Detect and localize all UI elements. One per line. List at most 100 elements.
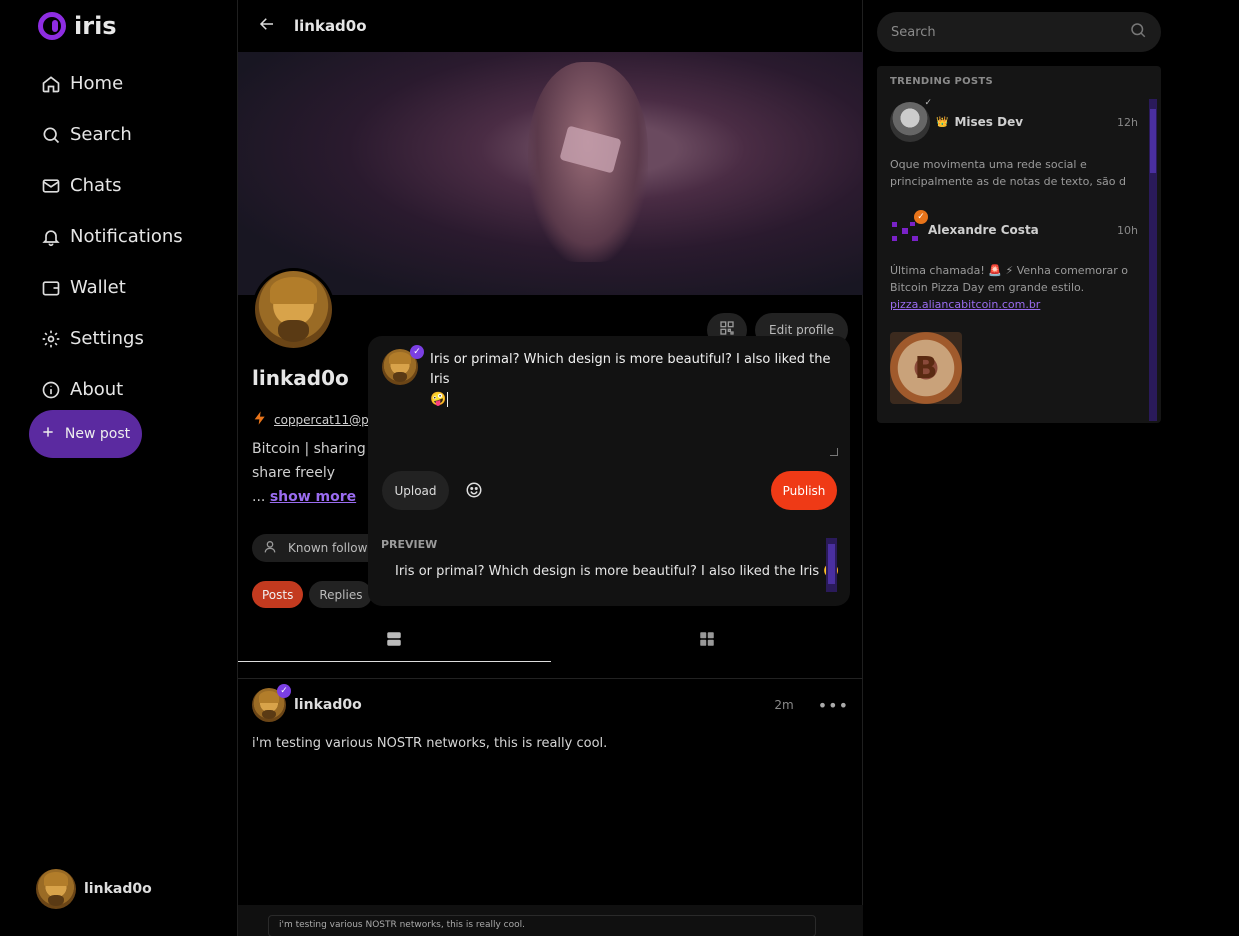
trending-post-header: ✓ 👑 Mises Dev 12h <box>890 98 1138 142</box>
profile-header: linkad0o <box>238 0 862 52</box>
tab-replies[interactable]: Replies <box>309 581 373 608</box>
new-post-button[interactable]: New post <box>29 410 142 458</box>
nav-label: Settings <box>70 328 144 349</box>
composer-avatar-wrap: ✓ <box>382 345 424 385</box>
profile-tabs: Posts Replies <box>252 581 373 608</box>
trending-author[interactable]: Alexandre Costa <box>928 223 1039 237</box>
trending-link[interactable]: pizza.aliancabitcoin.com.br <box>890 298 1040 311</box>
nav-item-wallet[interactable]: Wallet <box>40 262 183 313</box>
show-more-link[interactable]: show more <box>270 489 356 505</box>
check-icon: ✓ <box>924 98 932 108</box>
list-view-icon <box>385 630 403 652</box>
search-icon[interactable] <box>1129 21 1147 43</box>
resize-handle[interactable] <box>830 448 838 456</box>
avatar[interactable] <box>890 102 930 142</box>
nav-item-home[interactable]: Home <box>40 58 183 109</box>
trending-text: Última chamada! 🚨 ⚡ Venha comemorar o Bi… <box>890 262 1138 313</box>
preview-label: PREVIEW <box>381 538 438 551</box>
list-view-toggle[interactable] <box>238 620 551 662</box>
embedded-note-text: i'm testing various NOSTR networks, this… <box>268 915 816 936</box>
users-icon <box>264 539 280 558</box>
post-header: ✓ linkad0o 2m ••• <box>252 684 849 722</box>
post-text: i'm testing various NOSTR networks, this… <box>252 736 608 751</box>
trending-post[interactable]: ✓ Alexandre Costa 10h Última chamada! 🚨 … <box>890 210 1138 313</box>
nav-item-search[interactable]: Search <box>40 109 183 160</box>
nav-label: Notifications <box>70 226 183 247</box>
iris-logo[interactable]: iris <box>38 12 117 40</box>
nav-label: Chats <box>70 175 122 196</box>
upload-button[interactable]: Upload <box>382 471 449 510</box>
feed-post[interactable]: ✓ linkad0o 2m ••• i'm testing various NO… <box>252 684 849 751</box>
info-icon <box>40 379 62 401</box>
tab-posts[interactable]: Posts <box>252 581 304 608</box>
back-arrow-icon[interactable] <box>258 15 276 37</box>
search-icon <box>40 124 62 146</box>
iris-logo-icon <box>38 12 66 40</box>
verified-badge-icon: ✓ <box>914 210 928 224</box>
nav-item-settings[interactable]: Settings <box>40 313 183 364</box>
text-cursor <box>447 392 453 407</box>
wallet-icon <box>40 277 62 299</box>
divider <box>238 678 863 679</box>
nav-label: About <box>70 379 124 400</box>
trending-post-header: ✓ Alexandre Costa 10h <box>890 210 1138 246</box>
main-nav: Home Search Chats Notifications Wallet S… <box>40 58 183 415</box>
composer-textarea[interactable]: Iris or primal? Which design is more bea… <box>430 350 838 410</box>
mail-icon <box>40 175 62 197</box>
current-user-name: linkad0o <box>84 881 152 897</box>
home-icon <box>40 73 62 95</box>
app-root: iris Home Search Chats Notifications Wal… <box>0 0 1239 936</box>
plus-icon <box>41 425 55 443</box>
publish-button[interactable]: Publish <box>771 471 837 510</box>
search-input[interactable] <box>891 24 1129 40</box>
view-toggle <box>238 620 863 662</box>
nav-item-about[interactable]: About <box>40 364 183 415</box>
trending-time[interactable]: 12h <box>1117 116 1138 129</box>
profile-avatar[interactable] <box>252 268 335 351</box>
trending-posts: TRENDING POSTS ✓ 👑 Mises Dev 12h Oque mo… <box>877 66 1161 423</box>
nav-item-chats[interactable]: Chats <box>40 160 183 211</box>
gear-icon <box>40 328 62 350</box>
crown-icon: 👑 <box>936 116 949 128</box>
left-sidebar: iris Home Search Chats Notifications Wal… <box>0 0 237 936</box>
trending-avatar-wrap: ✓ <box>890 98 932 142</box>
more-options-icon[interactable]: ••• <box>818 696 849 715</box>
new-post-label: New post <box>64 426 131 442</box>
trending-time[interactable]: 10h <box>1117 224 1138 237</box>
pizza-image[interactable]: B <box>890 332 962 404</box>
lightning-icon <box>252 410 268 429</box>
post-composer: ✓ Iris or primal? Which design is more b… <box>368 336 850 606</box>
search-box <box>877 12 1161 52</box>
post-avatar-wrap: ✓ <box>252 684 291 722</box>
embedded-note: i'm testing various NOSTR networks, this… <box>238 905 863 936</box>
nav-label: Home <box>70 73 124 94</box>
grid-view-toggle[interactable] <box>551 620 864 662</box>
composer-emoji: 🤪 <box>430 392 447 407</box>
avatar <box>36 869 76 909</box>
profile-name: linkad0o <box>252 366 349 390</box>
trending-header: TRENDING POSTS <box>890 76 994 87</box>
known-followers-label: Known follower <box>288 541 380 555</box>
grid-view-icon <box>698 630 716 652</box>
verified-badge-icon: ✓ <box>277 684 291 698</box>
preview-scrollbar[interactable] <box>826 538 837 592</box>
profile-banner[interactable] <box>238 52 863 295</box>
trending-text-body: Última chamada! 🚨 ⚡ Venha comemorar o Bi… <box>890 264 1129 294</box>
bio-ellipsis: ... <box>252 489 270 505</box>
nav-label: Search <box>70 124 132 145</box>
trending-scrollbar[interactable] <box>1149 99 1157 421</box>
verified-badge-icon: ✓ <box>410 345 424 359</box>
trending-author[interactable]: Mises Dev <box>954 115 1023 129</box>
post-time[interactable]: 2m <box>774 698 793 712</box>
post-author[interactable]: linkad0o <box>294 697 362 713</box>
bell-icon <box>40 226 62 248</box>
trending-post[interactable]: ✓ 👑 Mises Dev 12h Oque movimenta uma red… <box>890 98 1138 190</box>
page-title: linkad0o <box>294 17 367 35</box>
current-user[interactable]: linkad0o <box>36 869 152 909</box>
trending-text: Oque movimenta uma rede social e princip… <box>890 158 1127 188</box>
avatar[interactable]: ✓ <box>890 210 928 246</box>
nav-item-notifications[interactable]: Notifications <box>40 211 183 262</box>
nav-label: Wallet <box>70 277 126 298</box>
emoji-picker-icon[interactable] <box>465 481 485 501</box>
composer-text: Iris or primal? Which design is more bea… <box>430 352 831 387</box>
